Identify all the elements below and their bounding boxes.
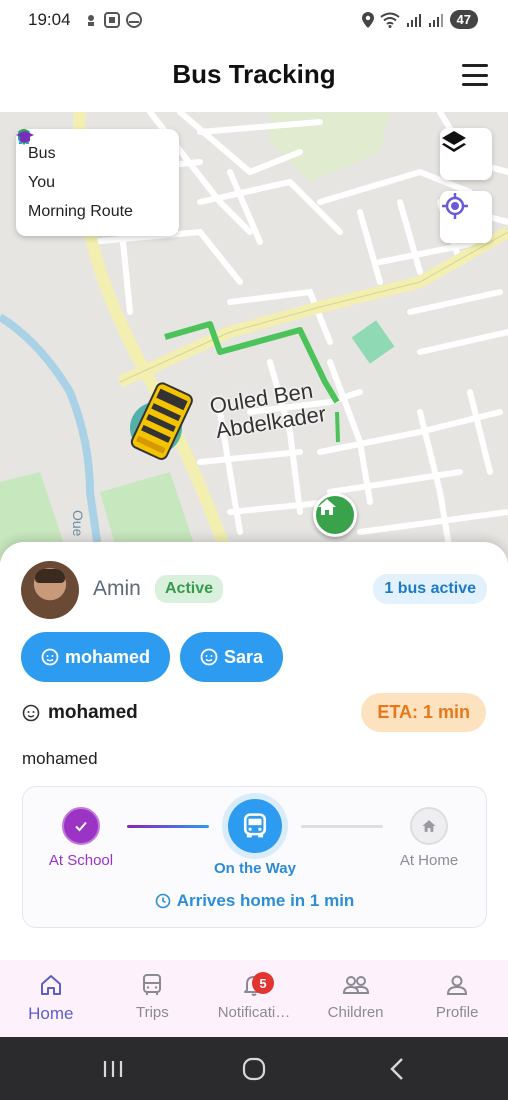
child-face-icon xyxy=(200,648,218,666)
child-chip-mohamed[interactable]: mohamed xyxy=(21,632,171,682)
nav-label: Children xyxy=(327,1004,384,1021)
school-bus-icon xyxy=(130,382,193,460)
driver-avatar xyxy=(21,561,79,619)
home-icon xyxy=(410,807,448,845)
bottom-navigation: Home Trips 5 Notificati… Children Profil… xyxy=(0,960,508,1037)
nav-item-trips[interactable]: Trips xyxy=(102,960,204,1037)
map-layers-button[interactable] xyxy=(440,128,492,180)
page-title: Bus Tracking xyxy=(172,59,336,89)
legend-label-bus: Bus xyxy=(28,144,56,162)
recent-apps-icon[interactable] xyxy=(102,1059,124,1079)
trip-details-sheet: Amin Active 1 bus active mohamed Sara mo… xyxy=(0,542,508,962)
progress-line-pending xyxy=(301,825,383,828)
nav-item-children[interactable]: Children xyxy=(305,960,407,1037)
menu-icon-bar xyxy=(462,64,488,67)
bus-icon xyxy=(228,799,282,853)
my-location-button[interactable] xyxy=(440,191,492,243)
bus-marker[interactable] xyxy=(128,380,194,466)
menu-button[interactable] xyxy=(462,64,488,86)
home-marker[interactable] xyxy=(313,493,357,537)
child-chip-label: Sara xyxy=(224,646,264,667)
nav-label: Trips xyxy=(136,1004,169,1021)
menu-icon-bar xyxy=(462,83,488,86)
map-legend: Bus You Morning Route xyxy=(16,129,179,236)
layers-icon xyxy=(442,131,466,152)
bus-icon xyxy=(143,974,162,995)
nav-label: Profile xyxy=(435,1004,479,1021)
child-chip-sara[interactable]: Sara xyxy=(180,632,284,682)
nav-label: Notificati… xyxy=(217,1004,291,1021)
step-label: On the Way xyxy=(214,860,296,877)
selected-child-name: mohamed xyxy=(48,702,138,723)
road-label: Oue xyxy=(70,510,86,537)
child-chip-label: mohamed xyxy=(65,646,151,667)
location-icon xyxy=(361,11,374,28)
step-on-the-way: On the Way xyxy=(201,799,309,877)
status-system-icons: 47 xyxy=(361,10,478,29)
child-face-icon xyxy=(41,648,59,666)
signal-icon-2 xyxy=(428,13,443,27)
legend-item-you: You xyxy=(18,129,167,197)
check-icon xyxy=(62,807,100,845)
notification-count-badge: 5 xyxy=(251,972,274,994)
screenshot-icon xyxy=(104,12,120,28)
bus-count-badge: 1 bus active xyxy=(373,574,487,604)
arrival-estimate: Arrives home in 1 min xyxy=(23,891,486,911)
home-icon xyxy=(40,975,61,995)
child-face-icon xyxy=(22,704,40,722)
driver-status-badge: Active xyxy=(155,575,224,603)
legend-label-route: Morning Route xyxy=(28,202,133,220)
progress-line-done xyxy=(127,825,209,828)
nav-label: Home xyxy=(28,1004,74,1023)
status-time: 19:04 xyxy=(28,10,71,29)
status-notification-icons xyxy=(84,12,142,28)
nav-item-profile[interactable]: Profile xyxy=(406,960,508,1037)
signal-icon xyxy=(406,13,421,27)
menu-icon-bar xyxy=(462,73,488,77)
home-button-icon[interactable] xyxy=(242,1057,266,1081)
step-at-home: At Home xyxy=(387,807,471,869)
app-bar: Bus Tracking xyxy=(0,40,508,112)
legend-item-route: Morning Route xyxy=(16,131,167,226)
graduation-cap-icon xyxy=(16,131,34,143)
trip-progress-card: At School On the Way At Home Arrives hom… xyxy=(22,786,487,928)
step-at-school: At School xyxy=(39,807,123,869)
my-location-icon xyxy=(442,193,468,219)
battery-indicator: 47 xyxy=(449,10,478,29)
notification-icon xyxy=(88,15,94,26)
app-icon xyxy=(126,12,142,28)
selected-child: mohamed xyxy=(22,702,138,724)
legend-item-bus: Bus xyxy=(18,130,167,168)
step-label: At Home xyxy=(399,852,459,869)
selected-child-subtitle: mohamed xyxy=(22,749,98,768)
clock-icon xyxy=(155,893,170,909)
map-view[interactable]: Bus You Morning Route Ouled Ben Abdelkad… xyxy=(0,112,508,562)
person-icon xyxy=(447,975,468,995)
legend-label-you: You xyxy=(28,173,55,191)
nav-item-home[interactable]: Home xyxy=(0,960,102,1037)
driver-name: Amin xyxy=(93,577,141,600)
wifi-icon xyxy=(379,12,400,28)
eta-badge: ETA: 1 min xyxy=(361,693,486,732)
arrival-text: Arrives home in 1 min xyxy=(176,891,355,910)
nav-item-notifications[interactable]: 5 Notificati… xyxy=(203,960,305,1037)
system-navigation-bar xyxy=(0,1037,508,1100)
back-icon[interactable] xyxy=(387,1057,407,1081)
home-icon xyxy=(318,499,336,515)
status-bar: 19:04 47 xyxy=(0,0,508,40)
step-label: At School xyxy=(48,852,114,869)
children-icon xyxy=(342,976,369,994)
